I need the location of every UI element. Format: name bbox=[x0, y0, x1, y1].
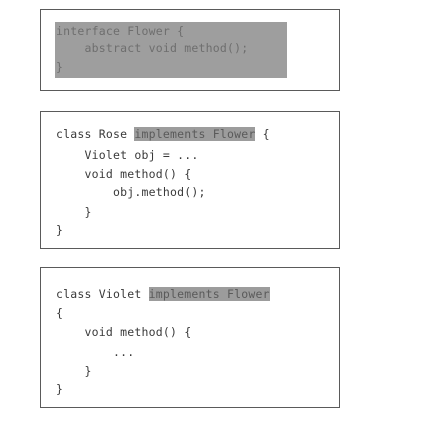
code-line: } bbox=[56, 223, 64, 237]
implements-highlight: implements Flower bbox=[148, 287, 270, 301]
code-line: ... bbox=[56, 345, 135, 359]
code-line: } bbox=[56, 382, 64, 396]
flower-interface-box: interface Flower { abstract void method(… bbox=[40, 9, 340, 91]
code-line: class Rose implements Flower { bbox=[56, 127, 270, 141]
code-line: interface Flower { bbox=[56, 24, 185, 38]
code-line: void method() { bbox=[56, 167, 192, 181]
rose-class-box: class Rose implements Flower { Violet ob… bbox=[40, 111, 340, 249]
code-line: } bbox=[56, 205, 92, 219]
code-line: class Violet implements Flower bbox=[56, 287, 270, 301]
code-text: { bbox=[255, 127, 270, 141]
code-line: Violet obj = ... bbox=[56, 148, 199, 162]
code-text: class Violet bbox=[56, 287, 149, 301]
code-line: abstract void method(); bbox=[56, 41, 249, 55]
flower-interface-highlight: interface Flower { abstract void method(… bbox=[55, 22, 287, 78]
violet-class-box: class Violet implements Flower { void me… bbox=[40, 267, 340, 408]
code-line: void method() { bbox=[56, 325, 192, 339]
code-line: { bbox=[56, 306, 64, 320]
code-line: obj.method(); bbox=[56, 185, 206, 199]
code-text: class Rose bbox=[56, 127, 135, 141]
implements-highlight: implements Flower bbox=[134, 127, 256, 141]
code-line: } bbox=[56, 60, 64, 74]
code-line: } bbox=[56, 364, 92, 378]
